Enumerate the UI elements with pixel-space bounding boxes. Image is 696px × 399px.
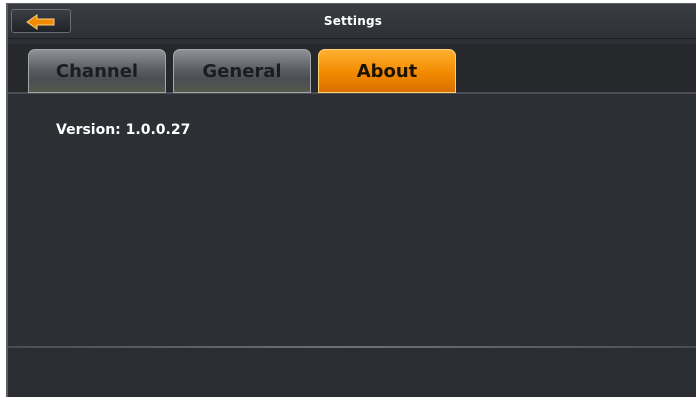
title-bar: Settings <box>8 4 696 39</box>
tab-general[interactable]: General <box>173 49 311 93</box>
settings-window: Settings Channel General About Version: … <box>6 3 696 397</box>
back-arrow-icon <box>26 14 55 30</box>
back-button[interactable] <box>11 9 71 33</box>
bottom-bar <box>8 348 696 397</box>
about-panel: Version: 1.0.0.27 <box>8 94 696 346</box>
tab-channel[interactable]: Channel <box>28 49 166 93</box>
version-label: Version: 1.0.0.27 <box>56 122 191 138</box>
tab-bar: Channel General About <box>8 44 696 94</box>
page-title: Settings <box>323 14 383 28</box>
tab-about[interactable]: About <box>318 49 456 93</box>
